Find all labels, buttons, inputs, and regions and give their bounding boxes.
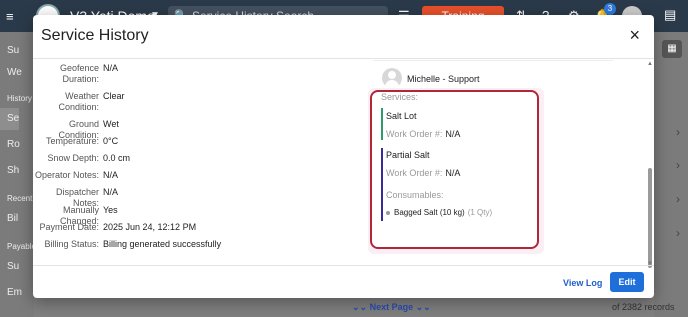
sidebar-item[interactable]: Bil: [0, 208, 18, 230]
calendar-icon[interactable]: ▦: [662, 40, 682, 58]
notification-badge: 3: [604, 3, 616, 15]
sidebar-section: Recent: [7, 194, 33, 203]
chevron-right-icon[interactable]: ›: [676, 226, 680, 240]
detail-value: Clear: [103, 91, 125, 101]
work-order-label: Work Order #:: [386, 168, 443, 178]
service-color-bar: [381, 108, 383, 140]
bullet-icon: [386, 211, 390, 215]
app-sidebar: Su We History Se Ro Sh Recent Bil Payabl…: [0, 32, 36, 317]
detail-label: Payment Date:: [39, 222, 99, 232]
sidebar-section: Payable: [7, 242, 36, 251]
detail-value: Billing generated successfully: [103, 239, 222, 249]
detail-value: N/A: [103, 187, 119, 197]
service-work-order: Work Order #: N/A: [386, 168, 460, 178]
divider: [373, 60, 613, 61]
work-order-value: N/A: [445, 168, 461, 178]
detail-label: Temperature:: [45, 136, 99, 146]
detail-label: Billing Status:: [44, 239, 99, 249]
services-label: Services:: [381, 92, 419, 102]
consumable-item: Bagged Salt (10 kg) (1 Qty): [394, 208, 492, 217]
edit-button[interactable]: Edit: [610, 272, 644, 292]
detail-value: Yes: [103, 205, 118, 215]
sidebar-item[interactable]: Su: [0, 256, 19, 278]
chevron-right-icon[interactable]: ›: [676, 192, 680, 206]
service-work-order: Work Order #: N/A: [386, 129, 460, 139]
detail-label: Geofence Duration:: [59, 63, 99, 84]
app-footer: [34, 298, 654, 317]
service-color-bar: [381, 148, 383, 221]
records-count: of 2382 records: [612, 302, 675, 312]
next-page-label: Next Page: [369, 302, 414, 312]
menu-icon[interactable]: ≡: [6, 9, 14, 24]
consumables-label: Consumables:: [386, 190, 444, 200]
chevron-right-icon[interactable]: ›: [676, 125, 680, 139]
user-name: Michelle - Support: [407, 74, 480, 84]
service-name: Salt Lot: [386, 111, 417, 121]
consumable-qty: (1 Qty): [467, 208, 493, 217]
modal-body[interactable]: Geofence Duration: N/A Weather Condition…: [33, 60, 654, 265]
chat-icon[interactable]: ▤: [664, 7, 676, 23]
service-name: Partial Salt: [386, 150, 430, 160]
view-log-button[interactable]: View Log: [563, 278, 602, 288]
chevron-right-icon[interactable]: ›: [676, 158, 680, 172]
sidebar-item[interactable]: Se: [0, 108, 20, 130]
service-history-modal: Service History × Geofence Duration: N/A…: [33, 15, 654, 298]
detail-value: N/A: [103, 170, 119, 180]
detail-value: N/A: [103, 63, 119, 73]
detail-label: Weather Condition:: [58, 91, 99, 112]
detail-value: 0.0 cm: [103, 153, 131, 163]
scroll-up-icon[interactable]: ▲: [647, 61, 653, 67]
app-right-panel: [654, 32, 688, 317]
modal-header: Service History ×: [33, 15, 654, 59]
sidebar-item[interactable]: Em: [0, 282, 22, 304]
sidebar-section: History: [7, 94, 32, 103]
modal-title: Service History: [41, 27, 149, 44]
user-avatar-icon: [382, 68, 402, 88]
detail-value: 2025 Jun 24, 12:12 PM: [103, 222, 197, 232]
work-order-value: N/A: [445, 129, 461, 139]
sidebar-item[interactable]: Sh: [0, 160, 19, 182]
work-order-label: Work Order #:: [386, 129, 443, 139]
sidebar-item[interactable]: Ro: [0, 134, 20, 156]
detail-value: Wet: [103, 119, 119, 129]
detail-label: Snow Depth:: [47, 153, 99, 163]
modal-footer: View Log Edit: [33, 265, 654, 298]
sidebar-item[interactable]: We: [0, 62, 22, 84]
detail-value: 0°C: [103, 136, 119, 146]
close-icon[interactable]: ×: [629, 26, 640, 44]
consumable-name: Bagged Salt (10 kg): [394, 208, 465, 217]
sidebar-item[interactable]: Su: [0, 40, 19, 62]
next-page-link[interactable]: ⌄⌄ Next Page ⌄⌄: [352, 302, 431, 313]
detail-label: Operator Notes:: [34, 170, 99, 180]
scrollbar-thumb[interactable]: [648, 168, 652, 268]
